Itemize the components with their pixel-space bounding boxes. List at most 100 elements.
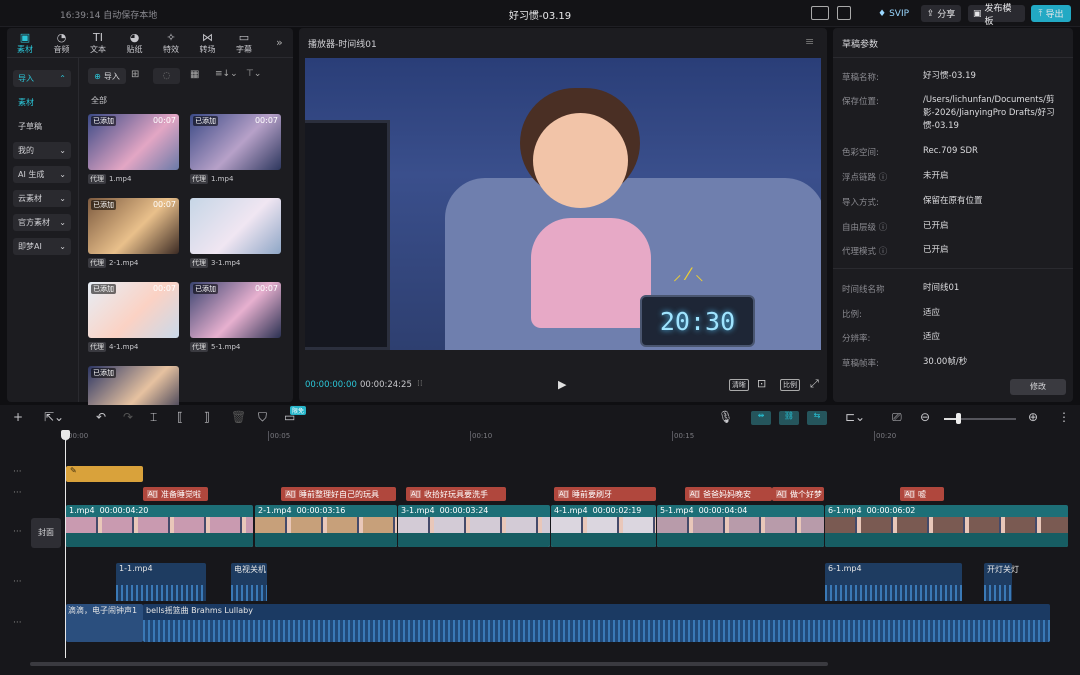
snapshot-icon[interactable]: ⎚	[892, 410, 902, 425]
import-button[interactable]: ⊕ 导入	[88, 68, 126, 84]
sort-icon[interactable]: ≡↓⌄	[215, 69, 238, 79]
ratio-button[interactable]: 比例	[780, 379, 800, 391]
menu-icon[interactable]: ≡	[805, 35, 814, 48]
tool-tab-sticker[interactable]: ◕ 贴纸	[120, 32, 150, 56]
modify-button[interactable]: 修改	[1010, 379, 1066, 395]
video-clip[interactable]: 2-1.mp4 00:00:03:16	[255, 505, 397, 547]
sticker-icon: ◕	[129, 31, 140, 44]
sidebar-item[interactable]: 我的 ⌄	[13, 142, 71, 159]
clip-name: 2-1.mp4	[258, 506, 292, 515]
magnet-icon[interactable]: ⇹	[751, 411, 771, 425]
subtitle-clip[interactable]: A⃞ 嘘	[900, 487, 944, 501]
effect-clip[interactable]: ✎	[66, 466, 143, 482]
align-icon[interactable]: ⊏⌄	[845, 410, 865, 424]
frame-icon[interactable]: ⁞⁞	[417, 379, 423, 389]
audio-clip[interactable]: 6-1.mp4	[825, 563, 962, 601]
undo-icon[interactable]: ↶	[96, 410, 106, 424]
video-clip[interactable]: 3-1.mp4 00:00:03:24	[398, 505, 550, 547]
sidebar-item[interactable]: 导入 ⌃	[13, 70, 71, 87]
track-menu-icon[interactable]: ···	[13, 618, 22, 628]
track-menu-icon[interactable]: ···	[13, 467, 22, 477]
tool-tab-effects[interactable]: ✧ 特效	[156, 32, 186, 56]
video-clip[interactable]: 6-1.mp4 00:00:06:02	[825, 505, 1068, 547]
redo-icon[interactable]: ↷	[123, 410, 133, 424]
zoom-out-icon[interactable]: ⊖	[920, 410, 930, 424]
grid-view-icon[interactable]: ⊞	[131, 69, 139, 80]
quality-button[interactable]: 清晰	[729, 379, 749, 391]
video-clip[interactable]: 5-1.mp4 00:00:04:04	[657, 505, 824, 547]
timeline-scrollbar[interactable]	[30, 662, 828, 666]
svip-badge[interactable]: ♦ SVIP	[873, 5, 914, 22]
shortcut-icon[interactable]	[811, 6, 829, 20]
track-menu-icon[interactable]: ···	[13, 577, 22, 587]
sfx-clip[interactable]: 滴滴，电子闹钟声1	[66, 604, 143, 642]
music-clip[interactable]: bells摇篮曲 Brahms Lullaby	[143, 604, 1050, 642]
track-menu-icon[interactable]: ···	[13, 488, 22, 498]
sidebar-item[interactable]: 云素材 ⌄	[13, 190, 71, 207]
zoom-in-icon[interactable]: ⊕	[1028, 410, 1038, 424]
fullscreen-icon[interactable]: ⤢	[810, 377, 819, 391]
fit-icon[interactable]: ⊡	[757, 377, 766, 390]
split-left-icon[interactable]: ⟦	[177, 410, 183, 424]
media-thumbnail[interactable]: 已添加 00:07	[88, 282, 179, 338]
media-thumbnail[interactable]	[190, 198, 281, 254]
add-track-icon[interactable]: +	[13, 410, 23, 424]
cover-button[interactable]: 封面	[31, 518, 61, 548]
video-clip[interactable]: 4-1.mp4 00:00:02:19	[551, 505, 656, 547]
media-thumbnail[interactable]: 已添加 00:07	[190, 114, 281, 170]
media-file-name: 1.mp4	[211, 175, 234, 183]
layout-icon[interactable]	[837, 6, 851, 20]
audio-clip[interactable]: 电视关机	[231, 563, 267, 601]
media-thumbnail[interactable]: 已添加 00:07	[88, 198, 179, 254]
media-thumbnail[interactable]: 已添加 00:07	[88, 114, 179, 170]
subtitle-clip[interactable]: A⃞ 准备睡觉啦	[143, 487, 208, 501]
expand-icon[interactable]: »	[276, 36, 283, 49]
sidebar-item[interactable]: AI 生成 ⌄	[13, 166, 71, 183]
playhead-handle[interactable]	[61, 430, 70, 440]
track-menu-icon[interactable]: ···	[13, 527, 22, 537]
export-button[interactable]: ⤒ 导出	[1031, 5, 1071, 22]
video-clip[interactable]: 1.mp4 00:00:04:20	[66, 505, 253, 547]
shield-icon[interactable]: ⛉	[258, 410, 267, 425]
split-right-icon[interactable]: ⟧	[204, 410, 210, 424]
sidebar-item[interactable]: 素材	[13, 94, 71, 111]
tool-tab-media[interactable]: ▣ 素材	[10, 32, 40, 56]
list-view-icon[interactable]: ▦	[190, 69, 199, 80]
video-preview[interactable]: 20:30 ⸝ ⁄ ⸜	[305, 58, 821, 350]
filter-icon[interactable]: ⊤⌄	[246, 69, 261, 79]
tool-tab-audio[interactable]: ◔ 音频	[47, 32, 77, 56]
sidebar-item[interactable]: 官方素材 ⌄	[13, 214, 71, 231]
tool-tab-caption[interactable]: ▭ 字幕	[229, 32, 259, 56]
media-thumbnail[interactable]: 已添加 00:07	[190, 282, 281, 338]
publish-template-button[interactable]: ▣ 发布模板	[968, 4, 1025, 27]
subtitle-clip[interactable]: A⃞ 做个好梦	[772, 487, 824, 501]
share-button[interactable]: ⇪ 分享	[921, 5, 961, 22]
mic-icon[interactable]: 🎙	[718, 410, 733, 424]
params-title: 草稿参数	[842, 40, 879, 50]
subtitle-clip[interactable]: A⃞ 睡前要刷牙	[554, 487, 656, 501]
tool-tab-text[interactable]: TI 文本	[83, 32, 113, 56]
link-icon[interactable]: ⛓	[779, 411, 799, 425]
subtitle-clip[interactable]: A⃞ 收拾好玩具要洗手	[406, 487, 506, 501]
subtitle-clip[interactable]: A⃞ 爸爸妈妈晚安	[685, 487, 772, 501]
audio-clip[interactable]: 开灯关灯	[984, 563, 1019, 601]
select-tool-icon[interactable]: ⇱⌄	[44, 410, 64, 424]
audio-clip[interactable]: 1-1.mp4	[116, 563, 206, 601]
clip-name: 6-1.mp4	[828, 506, 862, 515]
preview-axis-icon[interactable]: ⇆	[807, 411, 827, 425]
delete-icon[interactable]: 🗑	[231, 410, 246, 424]
more-icon[interactable]: ⋮	[1058, 410, 1070, 424]
proxy-badge: 代理	[88, 258, 106, 268]
tool-tab-transition[interactable]: ⋈ 转场	[193, 32, 223, 56]
zoom-slider-handle[interactable]	[956, 413, 961, 424]
sidebar-item[interactable]: 即梦AI ⌄	[13, 238, 71, 255]
effect-icon: ✎	[70, 466, 77, 475]
loading-icon[interactable]: ◌	[153, 68, 180, 84]
sidebar-item[interactable]: 子草稿	[13, 118, 71, 135]
subtitle-clip[interactable]: A⃞ 睡前整理好自己的玩具	[281, 487, 396, 501]
clip-waveform	[66, 533, 253, 547]
split-icon[interactable]: ⌶	[150, 410, 157, 425]
play-icon[interactable]: ▶	[558, 378, 566, 391]
chevron-icon: ⌄	[59, 194, 66, 203]
param-value: 已开启	[923, 245, 949, 255]
